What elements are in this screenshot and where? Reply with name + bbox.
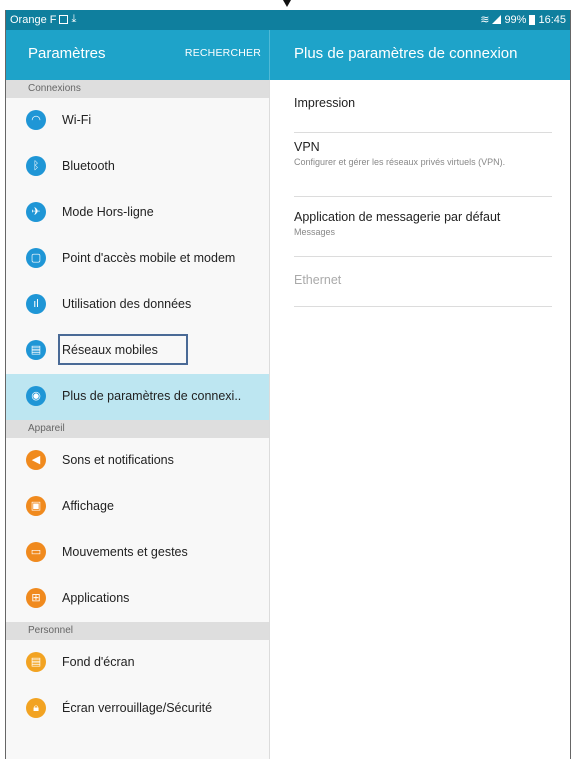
settings-item-label: Point d'accès mobile et modem (62, 251, 236, 265)
detail-item-title: Ethernet (294, 273, 342, 287)
detail-item-vpn[interactable]: VPN Configurer et gérer les réseaux priv… (294, 140, 552, 194)
search-button[interactable]: RECHERCHER (185, 47, 261, 59)
signal-icon (492, 15, 502, 24)
more-connection-icon: ◉ (26, 386, 46, 406)
section-appareil: Appareil (6, 420, 269, 438)
mobile-networks-icon: ▤ (26, 340, 46, 360)
settings-item-label: Bluetooth (62, 159, 115, 173)
section-label: Personnel (28, 625, 74, 636)
settings-item-display[interactable]: ▣ Affichage (6, 484, 269, 530)
settings-item-label: Utilisation des données (62, 297, 192, 311)
data-usage-icon: ıl (26, 294, 46, 314)
settings-item-motions[interactable]: ▭ Mouvements et gestes (6, 530, 269, 576)
settings-item-wifi[interactable]: ◠ Wi-Fi (6, 98, 269, 144)
lock-icon: 🔒︎ (26, 698, 46, 718)
sound-icon: ◀ (26, 450, 46, 470)
applications-icon: ⊞ (26, 588, 46, 608)
detail-item-subtitle: Messages (294, 227, 336, 237)
divider (294, 196, 552, 197)
settings-item-sounds[interactable]: ◀ Sons et notifications (6, 438, 269, 484)
detail-item-title: Application de messagerie par défaut (294, 210, 501, 224)
settings-item-label: Réseaux mobiles (62, 343, 158, 357)
wifi-status-icon: ≋ (480, 14, 490, 26)
settings-item-label: Sons et notifications (62, 453, 174, 467)
top-marker-arrow (283, 0, 291, 7)
detail-item-title: VPN (294, 140, 320, 154)
display-icon: ▣ (26, 496, 46, 516)
settings-item-lock-screen[interactable]: 🔒︎ Écran verrouillage/Sécurité (6, 686, 269, 732)
section-connexions: Connexions (6, 80, 269, 98)
settings-list: Connexions ◠ Wi-Fi ᛒ Bluetooth ✈ Mode Ho… (6, 80, 270, 759)
gallery-notification-icon (59, 15, 69, 24)
settings-item-applications[interactable]: ⊞ Applications (6, 576, 269, 622)
page-title: Paramètres (28, 45, 106, 62)
motion-icon: ▭ (26, 542, 46, 562)
airplane-icon: ✈ (26, 202, 46, 222)
settings-item-airplane-mode[interactable]: ✈ Mode Hors-ligne (6, 190, 269, 236)
settings-window: Orange F ⤓ ≋ 99% 16:45 Paramètres RECHER… (5, 10, 571, 759)
hotspot-icon: ▢ (26, 248, 46, 268)
settings-item-bluetooth[interactable]: ᛒ Bluetooth (6, 144, 269, 190)
battery-percent: 99% (504, 13, 527, 26)
settings-item-label: Applications (62, 591, 130, 605)
section-label: Connexions (28, 83, 81, 94)
detail-item-title: Impression (294, 96, 356, 110)
settings-item-data-usage[interactable]: ıl Utilisation des données (6, 282, 269, 328)
battery-icon (529, 14, 536, 25)
carrier-label: Orange F (10, 13, 57, 26)
clock: 16:45 (538, 13, 566, 26)
settings-item-label: Plus de paramètres de connexi.. (62, 389, 242, 403)
settings-item-wallpaper[interactable]: ▤ Fond d'écran (6, 640, 269, 686)
settings-item-hotspot[interactable]: ▢ Point d'accès mobile et modem (6, 236, 269, 282)
settings-item-label: Fond d'écran (62, 655, 135, 669)
download-notification-icon: ⤓ (71, 13, 77, 25)
settings-item-label: Écran verrouillage/Sécurité (62, 701, 213, 715)
status-bar: Orange F ⤓ ≋ 99% 16:45 (6, 10, 570, 30)
settings-item-label: Mode Hors-ligne (62, 205, 154, 219)
detail-item-printing[interactable]: Impression (294, 96, 552, 133)
wifi-icon: ◠ (26, 110, 46, 130)
detail-item-subtitle: Configurer et gérer les réseaux privés v… (294, 157, 506, 167)
settings-item-mobile-networks[interactable]: ▤ Réseaux mobiles (6, 328, 269, 374)
settings-item-label: Wi-Fi (62, 113, 92, 127)
section-label: Appareil (28, 423, 65, 434)
settings-item-label: Affichage (62, 499, 114, 513)
app-header: Paramètres RECHERCHER Plus de paramètres… (6, 30, 570, 80)
bluetooth-icon: ᛒ (26, 156, 46, 176)
detail-pane: Impression VPN Configurer et gérer les r… (270, 80, 570, 759)
section-personnel: Personnel (6, 622, 269, 640)
detail-item-default-messaging[interactable]: Application de messagerie par défaut Mes… (294, 210, 552, 257)
wallpaper-icon: ▤ (26, 652, 46, 672)
settings-item-more-connection[interactable]: ◉ Plus de paramètres de connexi.. (6, 374, 269, 420)
settings-item-label: Mouvements et gestes (62, 545, 188, 559)
detail-title: Plus de paramètres de connexion (294, 45, 518, 62)
header-left: Paramètres RECHERCHER (6, 30, 270, 80)
detail-item-ethernet: Ethernet (294, 273, 552, 307)
